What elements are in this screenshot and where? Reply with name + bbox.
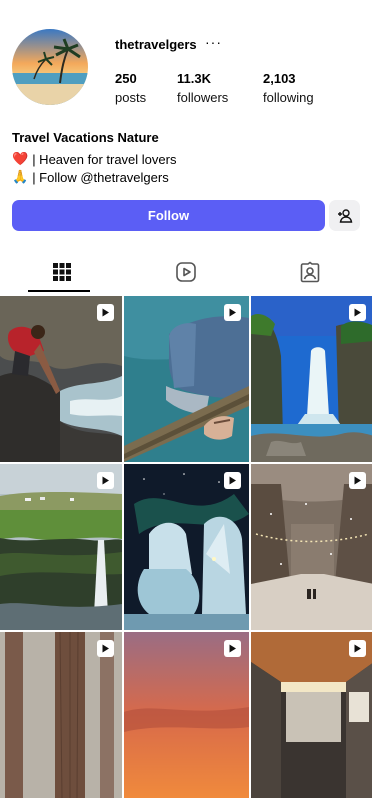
play-icon bbox=[224, 472, 241, 489]
bio-line-1: ❤️ | Heaven for travel lovers bbox=[12, 151, 176, 167]
full-name: Travel Vacations Nature bbox=[12, 130, 159, 145]
post-thumbnail[interactable] bbox=[251, 464, 372, 630]
play-icon bbox=[97, 304, 114, 321]
post-thumbnail[interactable] bbox=[251, 632, 372, 798]
play-icon bbox=[224, 304, 241, 321]
add-user-button[interactable] bbox=[329, 200, 360, 231]
post-thumbnail[interactable] bbox=[0, 296, 122, 462]
play-icon bbox=[97, 472, 114, 489]
tab-posts-grid[interactable] bbox=[0, 252, 124, 292]
posts-grid bbox=[0, 296, 372, 798]
avatar[interactable] bbox=[12, 29, 88, 105]
follow-button[interactable]: Follow bbox=[12, 200, 325, 231]
play-icon bbox=[224, 640, 241, 657]
add-user-icon bbox=[337, 208, 352, 223]
reels-icon bbox=[176, 262, 196, 282]
play-icon bbox=[97, 640, 114, 657]
tagged-icon bbox=[300, 261, 320, 283]
followers-count[interactable]: 11.3K bbox=[177, 71, 211, 86]
post-thumbnail[interactable] bbox=[0, 464, 122, 630]
following-label[interactable]: following bbox=[263, 90, 314, 105]
active-tab-indicator bbox=[28, 290, 90, 292]
post-thumbnail[interactable] bbox=[124, 464, 249, 630]
followers-label[interactable]: followers bbox=[177, 90, 228, 105]
play-icon bbox=[349, 472, 366, 489]
tab-reels[interactable] bbox=[124, 252, 248, 292]
bio-line-2: 🙏 | Follow @thetravelgers bbox=[12, 169, 169, 185]
tab-tagged[interactable] bbox=[248, 252, 372, 292]
play-icon bbox=[349, 640, 366, 657]
username: thetravelgers bbox=[115, 37, 197, 52]
post-thumbnail[interactable] bbox=[251, 296, 372, 462]
post-thumbnail[interactable] bbox=[124, 632, 249, 798]
posts-label: posts bbox=[115, 90, 147, 105]
heart-icon: ❤️ bbox=[12, 151, 29, 166]
post-thumbnail[interactable] bbox=[124, 296, 249, 462]
play-icon bbox=[349, 304, 366, 321]
following-count[interactable]: 2,103 bbox=[263, 71, 296, 86]
bio-text: | Follow @thetravelgers bbox=[32, 169, 169, 185]
praying-hands-icon: 🙏 bbox=[12, 169, 29, 184]
post-thumbnail[interactable] bbox=[0, 632, 122, 798]
bio-text: | Heaven for travel lovers bbox=[32, 151, 177, 167]
grid-icon bbox=[53, 263, 71, 281]
posts-count: 250 bbox=[115, 71, 137, 86]
more-options-button[interactable]: ··· bbox=[205, 34, 222, 50]
